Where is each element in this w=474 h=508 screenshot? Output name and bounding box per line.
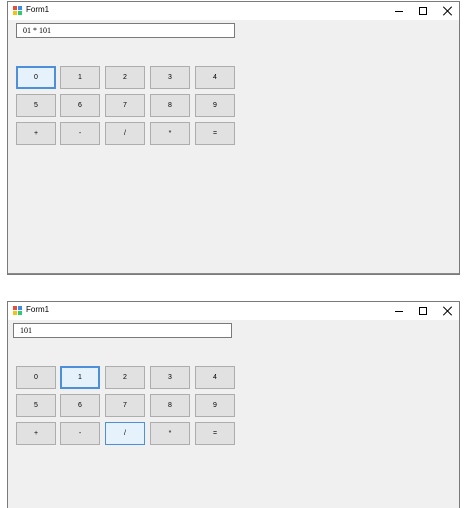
key-3[interactable]: 3 — [150, 366, 190, 389]
key-9[interactable]: 9 — [195, 94, 235, 117]
key-minus[interactable]: - — [60, 122, 100, 145]
maximize-button[interactable] — [410, 302, 436, 320]
key-8[interactable]: 8 — [150, 394, 190, 417]
form1-window-top: Form1 01 * 101 0 1 2 3 4 5 6 7 8 9 + - /… — [7, 1, 460, 275]
key-1[interactable]: 1 — [60, 66, 100, 89]
key-4[interactable]: 4 — [195, 66, 235, 89]
key-2[interactable]: 2 — [105, 366, 145, 389]
close-icon — [443, 306, 453, 316]
key-equals[interactable]: = — [195, 422, 235, 445]
key-0[interactable]: 0 — [16, 366, 56, 389]
key-plus[interactable]: + — [16, 422, 56, 445]
maximize-button[interactable] — [410, 2, 436, 20]
key-5[interactable]: 5 — [16, 94, 56, 117]
key-minus[interactable]: - — [60, 422, 100, 445]
minimize-icon — [395, 310, 403, 312]
key-5[interactable]: 5 — [16, 394, 56, 417]
window-title: Form1 — [26, 305, 50, 314]
close-button[interactable] — [435, 2, 461, 20]
key-9[interactable]: 9 — [195, 394, 235, 417]
close-icon — [443, 6, 453, 16]
key-6[interactable]: 6 — [60, 94, 100, 117]
key-3[interactable]: 3 — [150, 66, 190, 89]
key-2[interactable]: 2 — [105, 66, 145, 89]
bottom-divider — [8, 273, 459, 274]
key-8[interactable]: 8 — [150, 94, 190, 117]
key-6[interactable]: 6 — [60, 394, 100, 417]
maximize-icon — [419, 307, 427, 315]
key-equals[interactable]: = — [195, 122, 235, 145]
key-multiply[interactable]: * — [150, 422, 190, 445]
app-icon — [13, 6, 23, 16]
key-7[interactable]: 7 — [105, 94, 145, 117]
app-icon — [13, 306, 23, 316]
title-bar[interactable]: Form1 — [8, 302, 459, 320]
result-textbox[interactable]: 101 — [13, 323, 232, 338]
minimize-icon — [395, 10, 403, 12]
window-title: Form1 — [26, 5, 50, 14]
maximize-icon — [419, 7, 427, 15]
title-bar[interactable]: Form1 — [8, 2, 459, 20]
minimize-button[interactable] — [386, 302, 412, 320]
key-divide[interactable]: / — [105, 122, 145, 145]
result-textbox[interactable]: 01 * 101 — [16, 23, 235, 38]
key-0[interactable]: 0 — [16, 66, 56, 89]
form1-window-bottom: Form1 101 0 1 2 3 4 5 6 7 8 9 + - / * = — [7, 301, 460, 508]
minimize-button[interactable] — [386, 2, 412, 20]
key-divide[interactable]: / — [105, 422, 145, 445]
key-7[interactable]: 7 — [105, 394, 145, 417]
key-4[interactable]: 4 — [195, 366, 235, 389]
key-multiply[interactable]: * — [150, 122, 190, 145]
close-button[interactable] — [435, 302, 461, 320]
key-plus[interactable]: + — [16, 122, 56, 145]
key-1[interactable]: 1 — [60, 366, 100, 389]
